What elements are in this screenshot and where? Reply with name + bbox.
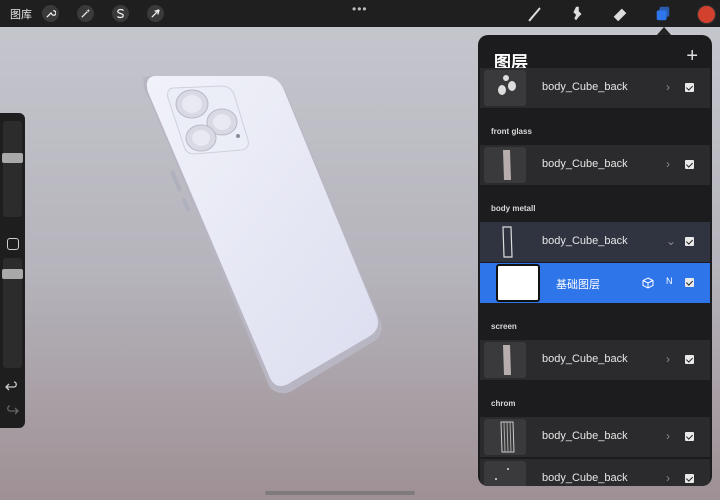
chevron-right-icon[interactable]: › xyxy=(666,352,670,366)
modify-button[interactable] xyxy=(7,238,19,250)
layer-row[interactable]: body_Cube_back › xyxy=(480,340,710,380)
add-layer-button[interactable]: + xyxy=(686,45,698,68)
group-label: front glass xyxy=(491,127,532,136)
layer-thumbnail xyxy=(496,264,540,302)
more-dots-icon[interactable]: ••• xyxy=(352,2,368,16)
chevron-right-icon[interactable]: › xyxy=(666,80,670,94)
gallery-button[interactable]: 图库 xyxy=(10,6,32,22)
chevron-right-icon[interactable]: › xyxy=(666,471,670,485)
group-label: body metall xyxy=(491,204,536,213)
layer-name: body_Cube_back xyxy=(542,353,628,365)
layer-name: body_Cube_back xyxy=(542,81,628,93)
magic-wand-icon[interactable] xyxy=(77,5,94,22)
layer-thumbnail xyxy=(484,461,526,486)
layer-name: body_Cube_back xyxy=(542,430,628,442)
brush-size-slider[interactable] xyxy=(3,121,22,217)
layer-thumbnail xyxy=(484,70,526,106)
top-toolbar: 图库 ••• xyxy=(0,0,720,27)
layer-name: 基础图层 xyxy=(556,279,600,291)
cube-icon[interactable] xyxy=(642,276,654,289)
wrench-icon[interactable] xyxy=(42,5,59,22)
selection-s-icon[interactable] xyxy=(112,5,129,22)
smudge-icon[interactable] xyxy=(567,4,587,24)
layer-name: body_Cube_back xyxy=(542,235,628,247)
group-label: chrom xyxy=(491,399,516,408)
home-indicator xyxy=(265,491,415,495)
visibility-checkbox[interactable] xyxy=(685,160,694,169)
visibility-checkbox[interactable] xyxy=(685,278,694,287)
layer-row[interactable]: body_Cube_back › xyxy=(480,417,710,457)
visibility-checkbox[interactable] xyxy=(685,355,694,364)
chevron-right-icon[interactable]: › xyxy=(666,429,670,443)
redo-icon[interactable] xyxy=(4,403,20,419)
chevron-right-icon[interactable]: › xyxy=(666,157,670,171)
transform-arrow-icon[interactable] xyxy=(147,5,164,22)
active-layer-row[interactable]: 基础图层 N xyxy=(480,263,710,303)
brush-size-thumb[interactable] xyxy=(2,153,23,163)
layer-thumbnail xyxy=(484,147,526,183)
eraser-icon[interactable] xyxy=(610,4,630,24)
brush-icon[interactable] xyxy=(525,4,545,24)
chevron-down-icon[interactable]: ⌄ xyxy=(666,234,676,248)
layer-thumbnail xyxy=(484,342,526,378)
layer-thumbnail xyxy=(484,419,526,455)
layers-icon[interactable] xyxy=(653,4,673,24)
undo-icon[interactable] xyxy=(4,379,20,395)
layer-thumbnail xyxy=(484,224,526,260)
layer-name: body_Cube_back xyxy=(542,472,628,484)
phone-back-illustration xyxy=(142,76,382,394)
group-row[interactable]: body_Cube_back ⌄ xyxy=(480,222,710,262)
canvas-artwork[interactable] xyxy=(130,70,400,400)
group-label: screen xyxy=(491,322,517,331)
visibility-checkbox[interactable] xyxy=(685,237,694,246)
layer-row[interactable]: body_Cube_back › xyxy=(480,459,710,486)
layer-name: body_Cube_back xyxy=(542,158,628,170)
visibility-checkbox[interactable] xyxy=(685,432,694,441)
layer-row[interactable]: body_Cube_back › xyxy=(480,68,710,108)
layers-panel: 图层 + body_Cube_back › front glass body_C… xyxy=(478,35,712,486)
left-sidebar xyxy=(0,113,25,428)
visibility-checkbox[interactable] xyxy=(685,474,694,483)
visibility-checkbox[interactable] xyxy=(685,83,694,92)
opacity-thumb[interactable] xyxy=(2,269,23,279)
blend-mode-button[interactable]: N xyxy=(666,276,673,286)
color-picker-button[interactable] xyxy=(697,5,716,24)
layer-row[interactable]: body_Cube_back › xyxy=(480,145,710,185)
